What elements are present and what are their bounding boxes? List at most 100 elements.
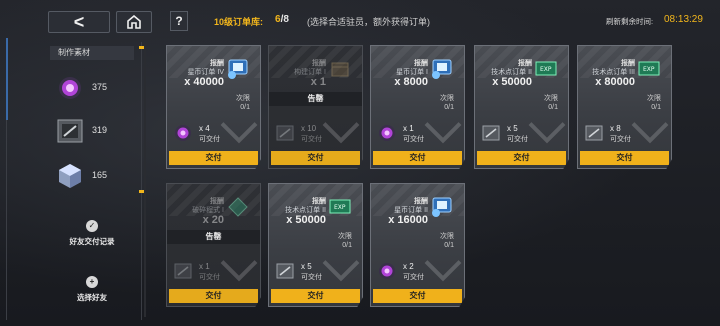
- box-icon: [328, 58, 352, 80]
- required-status: 可交付: [301, 274, 322, 281]
- edge-divider: [6, 120, 7, 320]
- deliver-button[interactable]: 交付: [271, 151, 360, 165]
- check-mark-icon: [528, 106, 566, 144]
- required-status: 可交付: [301, 136, 322, 143]
- required-qty: x 1: [199, 262, 210, 271]
- exp-card-icon: EXP: [534, 58, 558, 80]
- deliver-button[interactable]: 交付: [373, 289, 462, 303]
- check-mark-icon: [220, 244, 258, 282]
- limit-label: 次限: [338, 233, 352, 240]
- material-qty: 165: [92, 170, 108, 180]
- svg-text:EXP: EXP: [334, 204, 346, 211]
- sold-out-banner: 告罄: [167, 230, 260, 244]
- limit-label: 次限: [440, 233, 454, 240]
- materials-title: 制作素材: [50, 46, 134, 60]
- help-button[interactable]: ?: [170, 11, 188, 31]
- material-qty: 375: [92, 82, 108, 92]
- required-qty: x 4: [199, 124, 210, 133]
- purple-orb-icon: [54, 72, 86, 104]
- deliver-button[interactable]: 交付: [580, 151, 669, 165]
- friend-records-button[interactable]: ✓ 好友交付记录: [52, 220, 132, 247]
- limit-label: 次限: [647, 95, 661, 102]
- required-status: 可交付: [199, 274, 220, 281]
- reward-qty: x 50000: [492, 76, 532, 88]
- scrollbar[interactable]: [144, 45, 146, 317]
- data-chip-icon: [54, 115, 86, 147]
- data-chip-icon: [173, 261, 193, 281]
- order-card[interactable]: 报酬 技术点订单 II x 50000 EXP 次限 0/1 x 5 可交付 交付: [268, 183, 363, 307]
- reward-qty: x 8000: [394, 76, 428, 88]
- required-qty: x 5: [507, 124, 518, 133]
- svg-text:EXP: EXP: [540, 66, 552, 73]
- reward-qty: x 50000: [286, 214, 326, 226]
- cube-icon: [54, 160, 86, 192]
- deliver-button[interactable]: 交付: [169, 289, 258, 303]
- order-card[interactable]: 报酬 星币订单 IV x 40000 次限 0/1 x 4 可交付 交付: [166, 45, 261, 169]
- order-count: 6/8: [275, 14, 289, 25]
- deliver-button[interactable]: 交付: [169, 151, 258, 165]
- coin-card-icon: [226, 58, 250, 80]
- order-card[interactable]: 报酬 技术点订单 II x 50000 EXP 次限 0/1 x 5 可交付 交付: [474, 45, 569, 169]
- data-chip-icon: [481, 123, 501, 143]
- coin-card-icon: [430, 196, 454, 218]
- material-item[interactable]: 375: [54, 72, 144, 106]
- order-card[interactable]: 报酬 技术点订单 III x 80000 EXP 次限 0/1 x 8 可交付 交付: [577, 45, 672, 169]
- required-status: 可交付: [403, 136, 424, 143]
- check-mark-icon: [322, 244, 360, 282]
- purple-orb-icon: [173, 123, 193, 143]
- required-status: 可交付: [199, 136, 220, 143]
- order-card[interactable]: 报酬 星币订单 II x 16000 次限 0/1 x 2 可交付 交付: [370, 183, 465, 307]
- back-arrow-icon: <: [73, 11, 85, 32]
- check-mark-icon: [424, 106, 462, 144]
- select-friend-label: 选择好友: [77, 293, 107, 302]
- help-icon: ?: [175, 14, 183, 28]
- select-friend-button[interactable]: + 选择好友: [52, 276, 132, 303]
- exp-card-icon: EXP: [637, 58, 661, 80]
- purple-orb-icon: [377, 261, 397, 281]
- data-chip-icon: [275, 123, 295, 143]
- sidebar-divider: [141, 42, 142, 320]
- thumbs-up-icon: ✓: [86, 220, 98, 232]
- coin-card-icon: [430, 58, 454, 80]
- reward-qty: x 40000: [184, 76, 224, 88]
- svg-text:EXP: EXP: [643, 66, 655, 73]
- order-card[interactable]: 报酬 星币订单 Ix 8000 次限 0/1 x 1 可交付 交付: [370, 45, 465, 169]
- refresh-label: 刷新剩余时间:: [606, 17, 654, 26]
- material-item[interactable]: 165: [54, 160, 144, 194]
- order-card[interactable]: 报酬 构建订单 Ix 1 告罄 x 10 可交付 交付: [268, 45, 363, 169]
- sold-out-banner: 告罄: [269, 92, 362, 106]
- friend-icon: +: [86, 276, 98, 288]
- order-hint: (选择合适驻员，额外获得订单): [307, 17, 430, 27]
- data-chip-icon: [275, 261, 295, 281]
- check-mark-icon: [322, 106, 360, 144]
- material-qty: 319: [92, 125, 108, 135]
- limit-label: 次限: [440, 95, 454, 102]
- exp-card-icon: EXP: [328, 196, 352, 218]
- diamond-icon: [226, 196, 250, 218]
- check-mark-icon: [631, 106, 669, 144]
- material-item[interactable]: 319: [54, 115, 144, 149]
- data-chip-icon: [584, 123, 604, 143]
- friend-records-label: 好友交付记录: [69, 237, 115, 246]
- deliver-button[interactable]: 交付: [271, 289, 360, 303]
- home-button[interactable]: [116, 11, 152, 33]
- home-icon: [127, 15, 141, 29]
- reward-qty: x 1: [310, 76, 326, 88]
- required-qty: x 1: [403, 124, 414, 133]
- refresh-timer: 08:13:29: [664, 14, 703, 25]
- edge-accent: [6, 38, 8, 120]
- order-count-total: /8: [280, 14, 289, 25]
- deliver-button[interactable]: 交付: [477, 151, 566, 165]
- required-qty: x 8: [610, 124, 621, 133]
- required-qty: x 2: [403, 262, 414, 271]
- order-card[interactable]: 报酬 破碎程式 Ix 20 告罄 x 1 可交付 交付: [166, 183, 261, 307]
- required-status: 可交付: [403, 274, 424, 281]
- check-mark-icon: [220, 106, 258, 144]
- reward-qty: x 20: [202, 214, 224, 226]
- required-status: 可交付: [507, 136, 528, 143]
- deliver-button[interactable]: 交付: [373, 151, 462, 165]
- required-status: 可交付: [610, 136, 631, 143]
- back-button[interactable]: <: [48, 11, 110, 33]
- required-qty: x 10: [301, 124, 317, 133]
- purple-orb-icon: [377, 123, 397, 143]
